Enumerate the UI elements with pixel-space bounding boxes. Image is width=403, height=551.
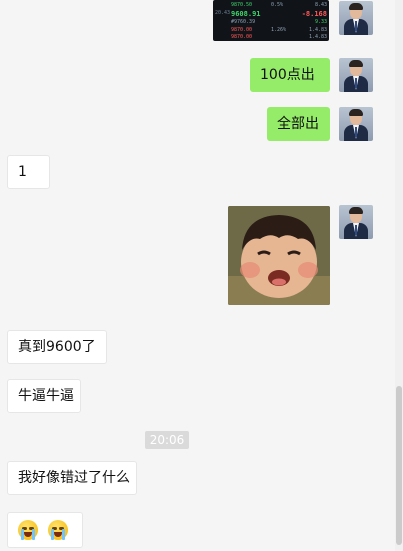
user-avatar-icon[interactable] <box>339 205 373 239</box>
sent-message-bubble[interactable]: 100点出 <box>250 58 330 92</box>
stock-row: 9870.00 1.26% 1.4.83 <box>231 27 327 33</box>
sent-message-bubble[interactable]: 全部出 <box>267 107 330 141</box>
received-emoji-bubble[interactable] <box>7 512 83 548</box>
crying-face-emoji-icon <box>48 520 68 540</box>
received-message-bubble[interactable]: 1 <box>7 155 50 189</box>
user-avatar-icon[interactable] <box>339 58 373 92</box>
stock-row: 9870.50 0.5% 8.43 <box>231 2 327 8</box>
stock-row: #9760.39 9.33 <box>231 19 327 25</box>
chat-window: 20.43 9870.50 0.5% 8.43 9608.91 -8.168 #… <box>0 0 403 551</box>
user-avatar-icon[interactable] <box>339 1 373 35</box>
received-message-bubble[interactable]: 我好像错过了什么 <box>7 461 137 495</box>
stock-chart-image[interactable]: 20.43 9870.50 0.5% 8.43 9608.91 -8.168 #… <box>213 0 329 41</box>
chat-scrollbar[interactable] <box>395 0 403 551</box>
received-message-bubble[interactable]: 牛逼牛逼 <box>7 379 81 413</box>
baby-sticker-image[interactable] <box>228 206 330 305</box>
received-message-bubble[interactable]: 真到9600了 <box>7 330 107 364</box>
crying-face-emoji-icon <box>18 520 38 540</box>
message-timestamp: 20:06 <box>145 431 189 449</box>
stock-row: 9870.00 1.4.83 <box>231 34 327 40</box>
stock-side-label: 20.43 <box>215 10 231 16</box>
user-avatar-icon[interactable] <box>339 107 373 141</box>
stock-row: 9608.91 -8.168 <box>231 10 327 18</box>
baby-face-icon <box>228 206 330 305</box>
scrollbar-thumb[interactable] <box>396 386 402 545</box>
